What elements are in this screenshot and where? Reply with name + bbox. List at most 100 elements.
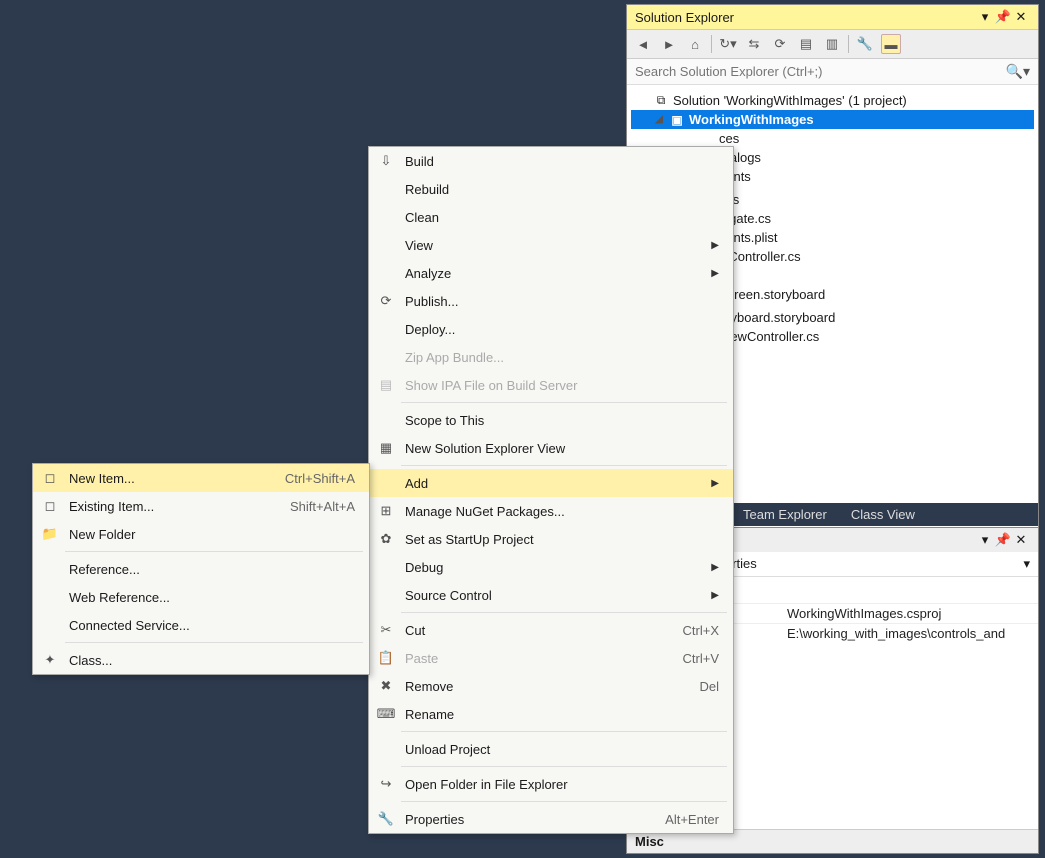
menu-item[interactable]: Scope to This bbox=[369, 406, 733, 434]
menu-item-label: Existing Item... bbox=[69, 499, 262, 514]
menu-item[interactable]: ⊞Manage NuGet Packages... bbox=[369, 497, 733, 525]
menu-item-label: Reference... bbox=[69, 562, 355, 577]
submenu-arrow-icon: ▶ bbox=[701, 240, 719, 251]
preview-icon[interactable]: ▬ bbox=[881, 34, 901, 54]
menu-item[interactable]: Source Control▶ bbox=[369, 581, 733, 609]
dropdown-icon[interactable]: ▾ bbox=[976, 532, 994, 548]
menu-item-icon: 🔧 bbox=[375, 811, 397, 827]
menu-item[interactable]: Clean bbox=[369, 203, 733, 231]
back-icon[interactable]: ◄ bbox=[633, 34, 653, 54]
node-label: ViewController.cs bbox=[719, 329, 819, 344]
menu-item[interactable]: Rebuild bbox=[369, 175, 733, 203]
menu-item[interactable]: ◻Existing Item...Shift+Alt+A bbox=[33, 492, 369, 520]
menu-item[interactable]: ◻New Item...Ctrl+Shift+A bbox=[33, 464, 369, 492]
menu-separator bbox=[65, 551, 363, 552]
menu-item: ▤Show IPA File on Build Server bbox=[369, 371, 733, 399]
menu-item-icon: ↪ bbox=[375, 776, 397, 792]
menu-item-label: Source Control bbox=[405, 588, 693, 603]
show-all-icon[interactable]: ▤ bbox=[796, 34, 816, 54]
pin-icon[interactable]: 📌 bbox=[994, 532, 1012, 548]
forward-icon[interactable]: ► bbox=[659, 34, 679, 54]
sync-icon[interactable]: ⇆ bbox=[744, 34, 764, 54]
menu-item-label: Paste bbox=[405, 651, 655, 666]
menu-item-label: Rename bbox=[405, 707, 719, 722]
submenu-arrow-icon: ▶ bbox=[701, 562, 719, 573]
menu-item-icon: 📋 bbox=[375, 650, 397, 666]
menu-item-label: Scope to This bbox=[405, 413, 719, 428]
menu-item[interactable]: Debug ▶ bbox=[369, 553, 733, 581]
menu-item-icon: ▦ bbox=[375, 440, 397, 456]
menu-item[interactable]: ✦ Class... bbox=[33, 646, 369, 674]
solution-explorer-search-row: 🔍▾ bbox=[627, 59, 1038, 85]
home-icon[interactable]: ⌂ bbox=[685, 34, 705, 54]
submenu-arrow-icon: ▶ bbox=[701, 478, 719, 489]
wrench-icon[interactable]: 🔧 bbox=[855, 34, 875, 54]
chevron-down-icon[interactable]: ▾ bbox=[1023, 556, 1030, 572]
node-icon: ▣ bbox=[669, 113, 685, 127]
menu-item[interactable]: View ▶ bbox=[369, 231, 733, 259]
solution-explorer-titlebar: Solution Explorer ▾ 📌 ✕ bbox=[627, 5, 1038, 30]
menu-item-label: Analyze bbox=[405, 266, 693, 281]
dropdown-icon[interactable]: ▾ bbox=[976, 9, 994, 25]
menu-item-shortcut: Del bbox=[679, 679, 719, 694]
menu-item[interactable]: ↪ Open Folder in File Explorer bbox=[369, 770, 733, 798]
menu-item-shortcut: Ctrl+X bbox=[663, 623, 719, 638]
menu-item[interactable]: Unload Project bbox=[369, 735, 733, 763]
menu-item[interactable]: ⟳ Publish... bbox=[369, 287, 733, 315]
menu-separator bbox=[401, 402, 727, 403]
menu-item-icon: ✦ bbox=[39, 652, 61, 668]
node-label: ces bbox=[719, 131, 739, 146]
menu-item-icon: ✖ bbox=[375, 678, 397, 694]
menu-item-label: Connected Service... bbox=[69, 618, 355, 633]
prop-value: WorkingWithImages.csproj bbox=[781, 604, 1038, 623]
tab-class-view[interactable]: Class View bbox=[843, 503, 923, 526]
collapse-icon[interactable]: ⟳ bbox=[770, 34, 790, 54]
tree-row[interactable]: ◢▣WorkingWithImages bbox=[631, 110, 1034, 129]
menu-item[interactable]: 🔧PropertiesAlt+Enter bbox=[369, 805, 733, 833]
copy-icon[interactable]: ▥ bbox=[822, 34, 842, 54]
menu-item-label: Add bbox=[405, 476, 693, 491]
search-input[interactable] bbox=[635, 64, 1000, 79]
menu-item[interactable]: ✖RemoveDel bbox=[369, 672, 733, 700]
expander-icon[interactable]: ◢ bbox=[653, 114, 665, 125]
menu-item[interactable]: Add ▶ bbox=[369, 469, 733, 497]
menu-item-icon: ✿ bbox=[375, 531, 397, 547]
node-icon: ⧉ bbox=[653, 93, 669, 108]
menu-item[interactable]: ▦ New Solution Explorer View bbox=[369, 434, 733, 462]
close-icon[interactable]: ✕ bbox=[1012, 9, 1030, 25]
pin-icon[interactable]: 📌 bbox=[994, 9, 1012, 25]
tab-team-explorer[interactable]: Team Explorer bbox=[735, 503, 835, 526]
refresh-icon[interactable]: ↻▾ bbox=[718, 34, 738, 54]
tree-row[interactable]: ⧉Solution 'WorkingWithImages' (1 project… bbox=[631, 91, 1034, 110]
search-icon[interactable]: 🔍▾ bbox=[1000, 63, 1030, 80]
menu-item[interactable]: Analyze▶ bbox=[369, 259, 733, 287]
menu-item[interactable]: ⇩Build bbox=[369, 147, 733, 175]
menu-item-label: Publish... bbox=[405, 294, 719, 309]
menu-item[interactable]: ✂CutCtrl+X bbox=[369, 616, 733, 644]
menu-item-icon: 📁 bbox=[39, 526, 61, 542]
menu-item-label: Web Reference... bbox=[69, 590, 355, 605]
menu-item-shortcut: Ctrl+Shift+A bbox=[265, 471, 355, 486]
menu-item-label: Debug bbox=[405, 560, 693, 575]
menu-item-label: Open Folder in File Explorer bbox=[405, 777, 719, 792]
separator bbox=[848, 35, 849, 53]
menu-item-label: View bbox=[405, 238, 693, 253]
menu-item[interactable]: ⌨Rename bbox=[369, 700, 733, 728]
separator bbox=[711, 35, 712, 53]
menu-item[interactable]: ✿ Set as StartUp Project bbox=[369, 525, 733, 553]
menu-item-label: Class... bbox=[69, 653, 355, 668]
menu-item-icon: ✂ bbox=[375, 622, 397, 638]
menu-item-icon: ▤ bbox=[375, 377, 397, 393]
menu-item[interactable]: Reference... bbox=[33, 555, 369, 583]
menu-separator bbox=[401, 465, 727, 466]
menu-item[interactable]: Connected Service... bbox=[33, 611, 369, 639]
close-icon[interactable]: ✕ bbox=[1012, 532, 1030, 548]
menu-item-label: New Solution Explorer View bbox=[405, 441, 719, 456]
menu-item[interactable]: 📁New Folder bbox=[33, 520, 369, 548]
menu-item[interactable]: Web Reference... bbox=[33, 583, 369, 611]
menu-item-shortcut: Shift+Alt+A bbox=[270, 499, 355, 514]
menu-item-icon: ⟳ bbox=[375, 293, 397, 309]
menu-item[interactable]: Deploy... bbox=[369, 315, 733, 343]
menu-item-shortcut: Ctrl+V bbox=[663, 651, 719, 666]
menu-item-label: Set as StartUp Project bbox=[405, 532, 719, 547]
